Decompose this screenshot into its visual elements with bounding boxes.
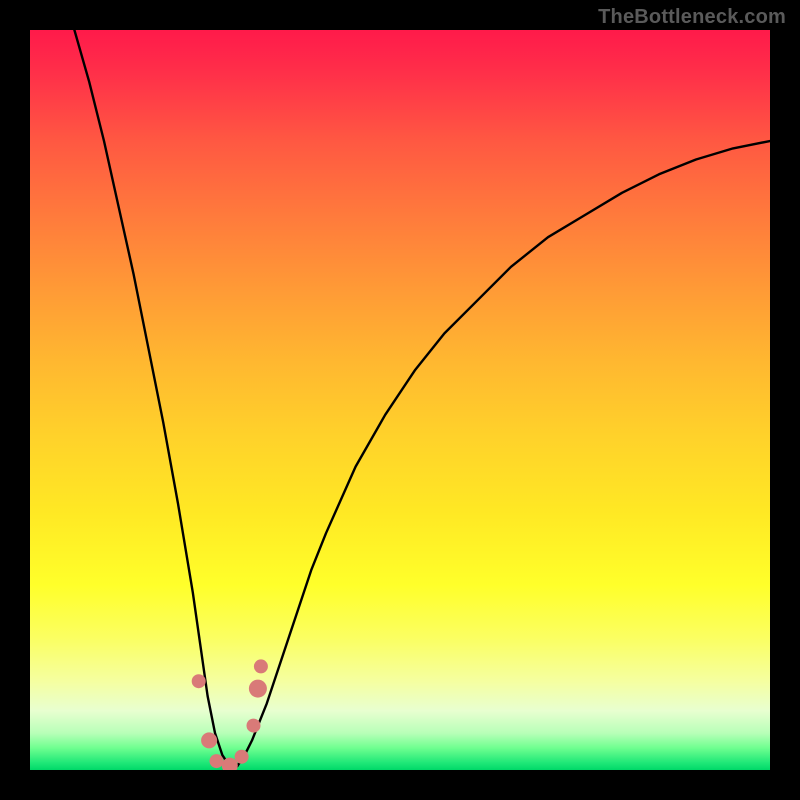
- curve-marker: [235, 750, 249, 764]
- curve-marker: [247, 719, 261, 733]
- curve-marker: [254, 659, 268, 673]
- curve-marker: [249, 680, 267, 698]
- curve-marker: [201, 732, 217, 748]
- chart-frame: TheBottleneck.com: [0, 0, 800, 800]
- curve-marker: [210, 754, 224, 768]
- curve-svg: [30, 30, 770, 770]
- curve-marker: [192, 674, 206, 688]
- watermark-text: TheBottleneck.com: [598, 6, 786, 29]
- bottleneck-curve: [74, 30, 770, 766]
- curve-markers: [192, 659, 268, 770]
- plot-area: [30, 30, 770, 770]
